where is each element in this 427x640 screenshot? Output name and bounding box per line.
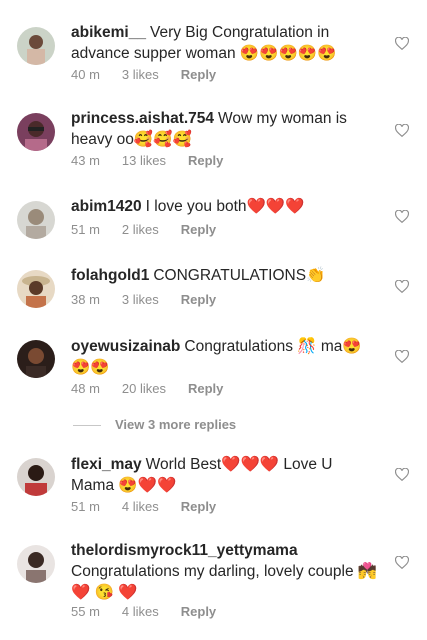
comment-meta: 43 m 13 likes Reply <box>71 153 223 168</box>
comment-likes[interactable]: 2 likes <box>122 222 159 237</box>
comment-body: abikemi__ Very Big Congratulation in adva… <box>71 22 379 64</box>
reply-button[interactable]: Reply <box>181 222 216 237</box>
comment-body: flexi_may World Best❤️❤️❤️ Love U Mama 😍❤… <box>71 454 379 496</box>
comment-body: oyewusizainab Congratulations 🎊 ma😍😍😍 <box>71 336 379 378</box>
comment-text: CONGRATULATIONS <box>153 267 307 284</box>
comment-time: 40 m <box>71 67 100 82</box>
comment-time: 48 m <box>71 381 100 396</box>
comment-likes[interactable]: 3 likes <box>122 67 159 82</box>
reply-button[interactable]: Reply <box>188 381 223 396</box>
heart-outline-icon[interactable] <box>395 350 409 363</box>
heart-outline-icon[interactable] <box>395 280 409 293</box>
comment-likes[interactable]: 3 likes <box>122 292 159 307</box>
comment-username[interactable]: flexi_may <box>71 456 142 473</box>
reply-button[interactable]: Reply <box>181 67 216 82</box>
comment-time: 51 m <box>71 222 100 237</box>
reply-button[interactable]: Reply <box>188 153 223 168</box>
comment-meta: 38 m 3 likes Reply <box>71 292 216 307</box>
comment-time: 51 m <box>71 499 100 514</box>
comment-body: abim1420 I love you both❤️❤️❤️ <box>71 196 379 217</box>
heart-outline-icon[interactable] <box>395 556 409 569</box>
comment-username[interactable]: abikemi__ <box>71 24 146 41</box>
reply-button[interactable]: Reply <box>181 604 216 619</box>
heart-outline-icon[interactable] <box>395 37 409 50</box>
divider <box>73 425 101 427</box>
avatar[interactable] <box>17 458 55 496</box>
view-more-label: View 3 more replies <box>115 417 237 432</box>
comment-time: 43 m <box>71 153 100 168</box>
comment-body: princess.aishat.754 Wow my woman is heavy… <box>71 108 379 150</box>
comment-time: 55 m <box>71 604 100 619</box>
comment-username[interactable]: princess.aishat.754 <box>71 110 214 127</box>
comment-likes[interactable]: 4 likes <box>122 604 159 619</box>
comment-meta: 40 m 3 likes Reply <box>71 67 216 82</box>
comment-likes[interactable]: 13 likes <box>122 153 166 168</box>
comment-meta: 55 m 4 likes Reply <box>71 604 216 619</box>
comment-meta: 51 m 4 likes Reply <box>71 499 216 514</box>
avatar[interactable] <box>17 545 55 583</box>
comment-emoji: 👏 <box>306 267 326 284</box>
comment-emoji: ❤️ 😘 ❤️ <box>71 584 138 601</box>
comment-username[interactable]: thelordismyrock11_yettymama <box>71 542 298 559</box>
comment-body: folahgold1 CONGRATULATIONS👏 <box>71 265 379 286</box>
view-more-replies-button[interactable]: View 3 more replies <box>71 417 236 432</box>
comment-meta: 48 m 20 likes Reply <box>71 381 223 396</box>
reply-button[interactable]: Reply <box>181 499 216 514</box>
comment-likes[interactable]: 4 likes <box>122 499 159 514</box>
comment-username[interactable]: folahgold1 <box>71 267 149 284</box>
heart-outline-icon[interactable] <box>395 124 409 137</box>
avatar[interactable] <box>17 340 55 378</box>
heart-outline-icon[interactable] <box>395 210 409 223</box>
comment-body: thelordismyrock11_yettymama Congratulati… <box>71 540 379 603</box>
comment-time: 38 m <box>71 292 100 307</box>
comment-emoji: ❤️❤️❤️ <box>246 198 305 215</box>
comment-text: Congratulations 🎊 ma <box>184 338 343 355</box>
avatar[interactable] <box>17 270 55 308</box>
comment-text: I love you both <box>145 198 247 215</box>
comment-likes[interactable]: 20 likes <box>122 381 166 396</box>
avatar[interactable] <box>17 113 55 151</box>
comment-emoji: 😍😍😍😍😍 <box>239 45 337 62</box>
heart-outline-icon[interactable] <box>395 468 409 481</box>
comment-meta: 51 m 2 likes Reply <box>71 222 216 237</box>
comment-emoji: 😍❤️❤️ <box>118 477 177 494</box>
comment-emoji: 🥰🥰🥰 <box>133 131 192 148</box>
reply-button[interactable]: Reply <box>181 292 216 307</box>
comment-username[interactable]: oyewusizainab <box>71 338 180 355</box>
avatar[interactable] <box>17 27 55 65</box>
comment-text: Congratulations my darling, lovely coupl… <box>71 563 378 580</box>
avatar[interactable] <box>17 201 55 239</box>
comment-username[interactable]: abim1420 <box>71 198 142 215</box>
